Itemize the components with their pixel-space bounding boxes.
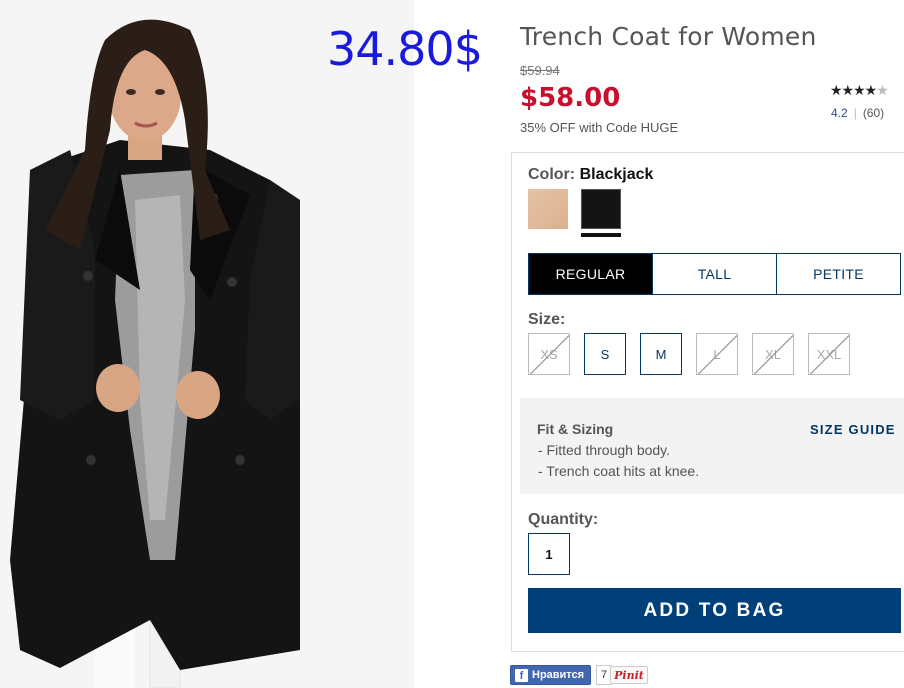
size-option-m[interactable]: M [640,333,682,375]
rating-divider: | [853,106,857,120]
fit-detail-line: - Fitted through body. [538,442,671,458]
add-to-bag-button[interactable]: ADD TO BAG [528,588,901,633]
color-label-text: Color: [528,166,576,183]
facebook-like-button[interactable]: f Нравится [510,665,592,685]
selected-color-name: Blackjack [579,166,654,183]
quantity-input[interactable]: 1 [528,533,570,575]
size-option-xs[interactable]: XS [528,333,570,375]
rating-summary[interactable]: 4.2 | (60) [831,106,884,120]
product-photo [0,0,414,688]
facebook-icon: f [515,668,528,682]
tab-regular[interactable]: REGULAR [529,254,652,294]
color-swatch-blackjack[interactable] [581,189,621,229]
size-option-s[interactable]: S [584,333,626,375]
overlay-price-label: 34.80$ [327,22,483,76]
size-guide-link[interactable]: SIZE GUIDE [810,422,896,437]
tab-tall[interactable]: TALL [652,254,776,294]
color-swatch-tan[interactable] [528,189,568,229]
star-filled-icon: ★★★★ [830,82,877,98]
rating-score: 4.2 [831,106,848,120]
size-label: Size: [528,311,566,328]
tab-petite[interactable]: PETITE [776,254,900,294]
product-title: Trench Coat for Women [520,22,817,51]
size-option-xl[interactable]: XL [752,333,794,375]
pinterest-pin-button[interactable]: Pinit [610,666,648,684]
original-price: $59.94 [520,63,560,78]
promo-text: 35% OFF with Code HUGE [520,120,679,135]
star-empty-icon: ★ [876,82,889,98]
review-count[interactable]: (60) [863,106,884,120]
facebook-like-label: Нравится [532,669,585,681]
quantity-label: Quantity: [528,511,599,528]
fit-detail-line: - Trench coat hits at knee. [538,463,700,479]
size-selector: XS S M L XL XXL [528,333,850,375]
fit-type-tabs: REGULAR TALL PETITE [528,253,901,295]
size-option-l[interactable]: L [696,333,738,375]
size-option-xxl[interactable]: XXL [808,333,850,375]
color-label: Color: Blackjack [528,166,653,184]
sale-price: $58.00 [520,83,621,113]
fit-sizing-title: Fit & Sizing [537,421,614,437]
rating-stars[interactable]: ★★★★★ [830,82,889,99]
selected-swatch-indicator [581,233,621,237]
